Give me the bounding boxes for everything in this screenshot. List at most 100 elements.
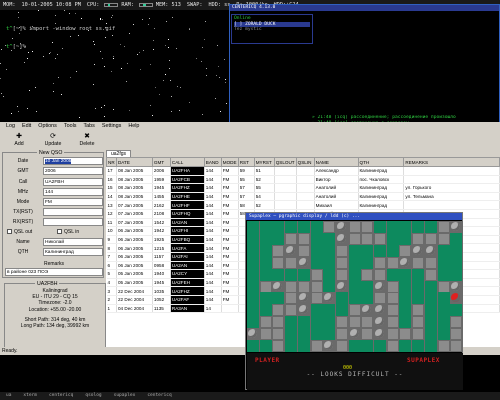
star <box>43 56 44 57</box>
cell-gmt: 1052 <box>152 295 171 305</box>
star <box>102 58 103 59</box>
column-gmt[interactable]: GMT <box>151 157 171 167</box>
column-qth[interactable]: QTH <box>357 157 405 167</box>
taskbar-item[interactable]: supaplex <box>108 392 142 400</box>
column-date[interactable]: DATE <box>115 157 153 167</box>
cell-name: Виктор <box>314 175 359 185</box>
mhz-select[interactable]: 144 <box>43 188 103 196</box>
cell-band: 144 <box>204 183 222 193</box>
column-name[interactable]: NAME <box>313 157 359 167</box>
ram-chip-tile <box>424 256 437 269</box>
ram-chip-tile <box>348 316 361 329</box>
cell-mode: FM <box>221 218 239 228</box>
table-row[interactable]: 15 08 Jan 2005 1945 UA2FHZ 144 FM 57 55 Анатолий… <box>106 183 500 193</box>
qth-field[interactable]: Калининград <box>43 248 103 256</box>
call-field[interactable]: UA2FBH <box>43 178 103 186</box>
cell-mode: FM <box>221 175 239 185</box>
date-label: Date <box>17 158 29 164</box>
cell-gmt: 2108 <box>152 209 171 219</box>
star <box>149 18 150 19</box>
table-row[interactable]: 16 08 Jan 2005 1959 UA2FCB 144 FM 55 52 Виктор по… <box>106 175 500 185</box>
base-tile <box>285 221 298 233</box>
ram-chip-tile <box>297 232 310 245</box>
cell-mode: FM <box>221 261 239 271</box>
taskbar-item[interactable]: centericq <box>141 392 177 400</box>
cell-mode: FM <box>221 200 239 210</box>
base-tile <box>348 280 361 293</box>
supaplex-window[interactable]: Supaplex — pgraphic display / ldd (c) ..… <box>245 212 463 390</box>
tab-log[interactable]: ua2fgs <box>106 150 132 157</box>
name-field[interactable]: Николай <box>43 238 103 246</box>
mode-select[interactable]: FM <box>43 198 103 206</box>
taskbar-item[interactable]: centericq <box>43 392 79 400</box>
cell-name: Анатолий <box>314 183 359 193</box>
table-row[interactable]: 14 08 Jan 2005 1455 UA2FHE 144 FM 57 54 Анатолий… <box>106 192 500 202</box>
table-row[interactable]: 13 07 Jan 2005 2162 UA2FHF 144 FM 58 52 Михаил Ка… <box>106 200 500 210</box>
qsl-out-checkbox[interactable]: QSL out <box>7 228 32 237</box>
ram-chip-tile <box>424 232 437 245</box>
cell-qslin <box>296 192 315 202</box>
base-tile <box>323 232 336 245</box>
star <box>61 94 62 95</box>
base-tile <box>412 292 425 305</box>
column-qslout[interactable]: QSLOUT <box>273 157 297 167</box>
rx-rst-field[interactable] <box>43 218 103 226</box>
star <box>166 21 167 22</box>
menu-options[interactable]: Options <box>35 122 60 131</box>
column-remarks[interactable]: REMARKS <box>403 157 500 167</box>
remarks-field[interactable]: в районе 023 ПОЭ <box>5 268 103 276</box>
zonk-tile <box>247 328 259 341</box>
column-rst[interactable]: RST <box>237 157 255 167</box>
cell-band: 144 <box>204 243 222 253</box>
taskbar-item[interactable]: ua <box>0 392 17 400</box>
group-title: New QSO <box>37 150 65 156</box>
contact-item[interactable]: Tez mystic <box>234 27 310 33</box>
ram-chip-tile <box>386 340 399 352</box>
column-mode[interactable]: MODE <box>220 157 239 167</box>
menu-edit[interactable]: Edit <box>19 122 34 131</box>
menu-tools[interactable]: Tools <box>61 122 80 131</box>
taskbar-item[interactable]: xterm <box>17 392 43 400</box>
base-tile <box>247 232 259 245</box>
add-button[interactable]: ✚ Add <box>2 132 36 150</box>
taskbar-item[interactable]: qsolog <box>79 392 107 400</box>
zonk-tile <box>335 221 348 233</box>
cell-date: 08 Jan 2005 <box>116 175 153 185</box>
menu-log[interactable]: Log <box>3 122 18 131</box>
cell-qth: Калининград <box>358 166 405 176</box>
cell-date: 06 Jan 2005 <box>116 226 153 236</box>
contact-list[interactable]: Online [ ] ZORALD DUCK Tez mystic <box>231 14 313 44</box>
column-qslin[interactable]: QSLIN <box>295 157 315 167</box>
column-call[interactable]: CALL <box>169 157 205 167</box>
base-tile <box>272 232 285 245</box>
menu-tabs[interactable]: Tabs <box>80 122 97 131</box>
base-tile <box>399 340 412 352</box>
cell-gmt: 1035 <box>152 286 171 296</box>
table-row[interactable]: 17 08 Jan 2005 2006 UA2FHA 144 FM 59 51 Александ… <box>106 166 500 176</box>
cell-mode: FM <box>221 166 239 176</box>
update-button[interactable]: ⟳ Update <box>36 132 70 150</box>
star <box>142 19 143 20</box>
zonk-tile <box>374 304 386 317</box>
star <box>165 45 166 46</box>
star <box>155 87 156 88</box>
tx-rst-field[interactable] <box>43 208 103 216</box>
cell-mode: FM <box>221 295 239 305</box>
delete-button[interactable]: ✖ Delete <box>70 132 104 150</box>
base-tile <box>386 232 399 245</box>
menu-settings[interactable]: Settings <box>99 122 124 131</box>
cell-call: RA3AN <box>170 304 205 314</box>
qsl-in-checkbox[interactable]: QSL in <box>57 228 79 237</box>
menu-help[interactable]: Help <box>125 122 142 131</box>
gmt-field[interactable]: 2006 <box>43 167 103 175</box>
game-field[interactable] <box>247 221 463 352</box>
base-tile <box>259 232 272 245</box>
base-tile <box>399 304 412 317</box>
base-tile <box>437 328 450 341</box>
cell-remarks: ул. Горького <box>403 183 500 193</box>
star <box>11 113 12 114</box>
column-myrst[interactable]: MYRST <box>253 157 275 167</box>
date-field[interactable]: 10 Jan 2005 <box>43 157 103 165</box>
column-nr[interactable]: NR <box>106 157 117 167</box>
column-band[interactable]: BAND <box>203 157 222 167</box>
